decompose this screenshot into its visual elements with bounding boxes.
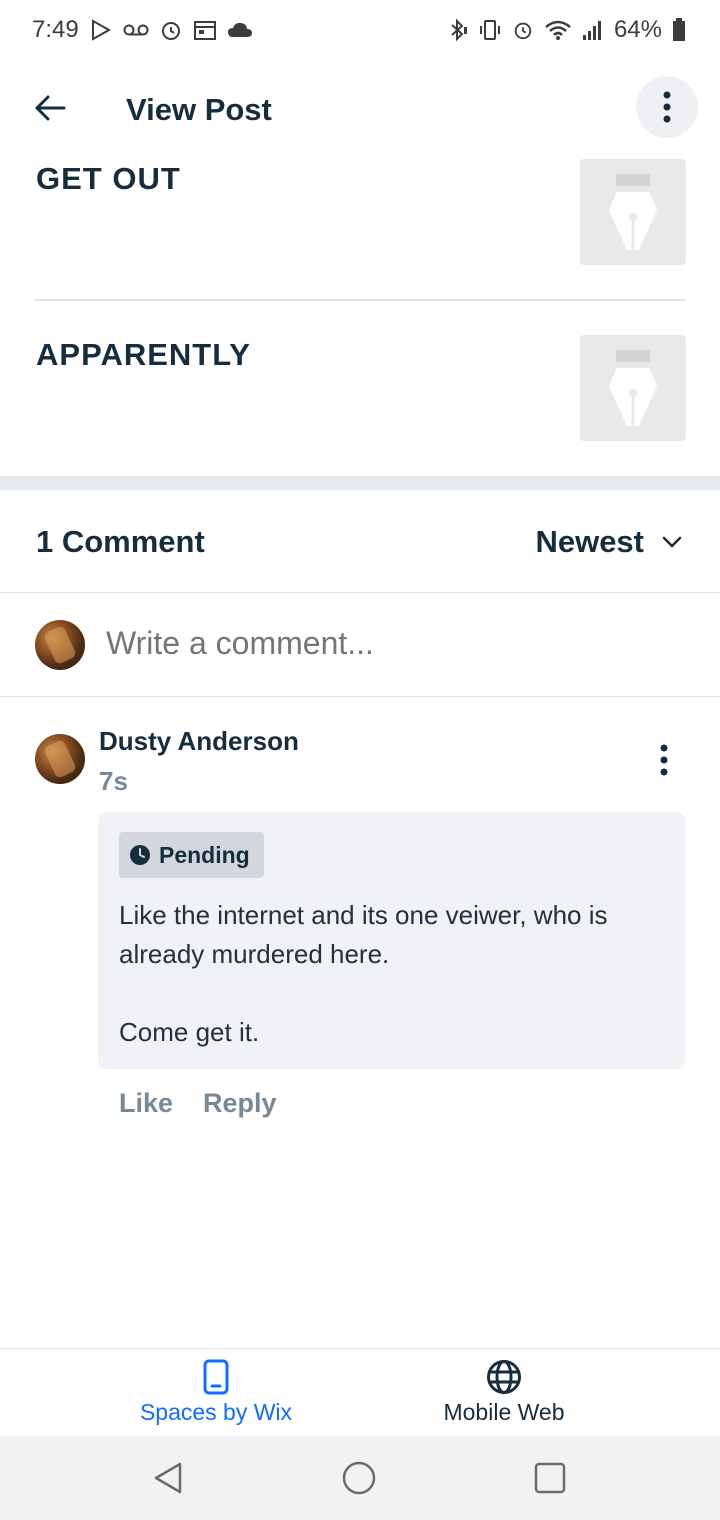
post-title: GET OUT (36, 161, 181, 196)
more-vertical-icon (660, 744, 668, 776)
status-time: 7:49 (32, 16, 79, 43)
clock-icon (130, 845, 150, 865)
post-thumbnail (580, 335, 686, 441)
nav-home-button[interactable] (337, 1458, 381, 1498)
alarm-icon (512, 19, 534, 41)
comment-timestamp: 7s (99, 766, 128, 796)
status-bar: 7:49 64% (0, 0, 720, 60)
post-title: APPARENTLY (36, 337, 251, 372)
battery-icon (672, 18, 686, 42)
comment-paragraph: Come get it. (119, 1017, 260, 1047)
sort-label: Newest (535, 524, 644, 559)
post-item[interactable]: APPARENTLY (36, 335, 686, 441)
bluetooth-icon (448, 18, 468, 42)
back-button[interactable] (30, 88, 70, 128)
comment-actions: Like Reply (119, 1088, 277, 1119)
phone-icon (203, 1359, 229, 1395)
system-nav-bar (0, 1436, 720, 1520)
write-comment-row (0, 593, 720, 697)
comment-author[interactable]: Dusty Anderson (99, 726, 299, 757)
app-header: View Post (0, 74, 720, 144)
section-separator (0, 476, 720, 490)
sort-dropdown[interactable]: Newest (535, 524, 682, 560)
status-badge-label: Pending (159, 841, 250, 868)
more-options-button[interactable] (636, 76, 698, 138)
comment-body: Like the internet and its one veiwer, wh… (119, 896, 669, 1052)
author-avatar[interactable] (35, 734, 85, 784)
status-badge: Pending (119, 832, 264, 878)
battery-percent: 64% (613, 16, 662, 43)
tab-spaces-by-wix[interactable]: Spaces by Wix (86, 1359, 346, 1426)
post-thumbnail (580, 159, 686, 265)
comment-more-button[interactable] (648, 740, 680, 780)
wifi-icon (544, 19, 572, 41)
page-title: View Post (126, 92, 272, 127)
pen-nib-icon (609, 174, 657, 250)
calendar-icon (193, 19, 217, 41)
play-store-icon (89, 18, 113, 42)
tab-mobile-web[interactable]: Mobile Web (374, 1359, 634, 1426)
bottom-tab-bar: Spaces by Wix Mobile Web (0, 1348, 720, 1436)
chevron-down-icon (662, 536, 682, 548)
alarm-icon (159, 18, 183, 42)
comment-count: 1 Comment (36, 524, 205, 559)
signal-icon (582, 19, 604, 41)
triangle-back-icon (154, 1462, 182, 1494)
more-vertical-icon (663, 91, 671, 123)
pen-nib-icon (609, 350, 657, 426)
voicemail-icon (123, 23, 149, 37)
globe-icon (487, 1360, 521, 1394)
vibrate-icon (478, 18, 502, 42)
square-recents-icon (534, 1462, 566, 1494)
post-item[interactable]: GET OUT (36, 159, 686, 265)
comment-paragraph: Like the internet and its one veiwer, wh… (119, 900, 608, 969)
post-divider (35, 299, 685, 301)
comment-bubble: Pending Like the internet and its one ve… (98, 812, 685, 1069)
nav-recents-button[interactable] (528, 1458, 572, 1498)
tab-label: Spaces by Wix (139, 1399, 293, 1425)
cloud-icon (227, 21, 253, 39)
like-button[interactable]: Like (119, 1088, 173, 1119)
arrow-left-icon (35, 95, 66, 121)
circle-home-icon (342, 1461, 376, 1495)
nav-back-button[interactable] (146, 1458, 190, 1498)
comment-input[interactable] (106, 625, 666, 662)
comments-header: 1 Comment Newest (0, 490, 720, 593)
reply-button[interactable]: Reply (203, 1088, 277, 1119)
avatar (35, 620, 85, 670)
tab-label: Mobile Web (443, 1399, 565, 1425)
